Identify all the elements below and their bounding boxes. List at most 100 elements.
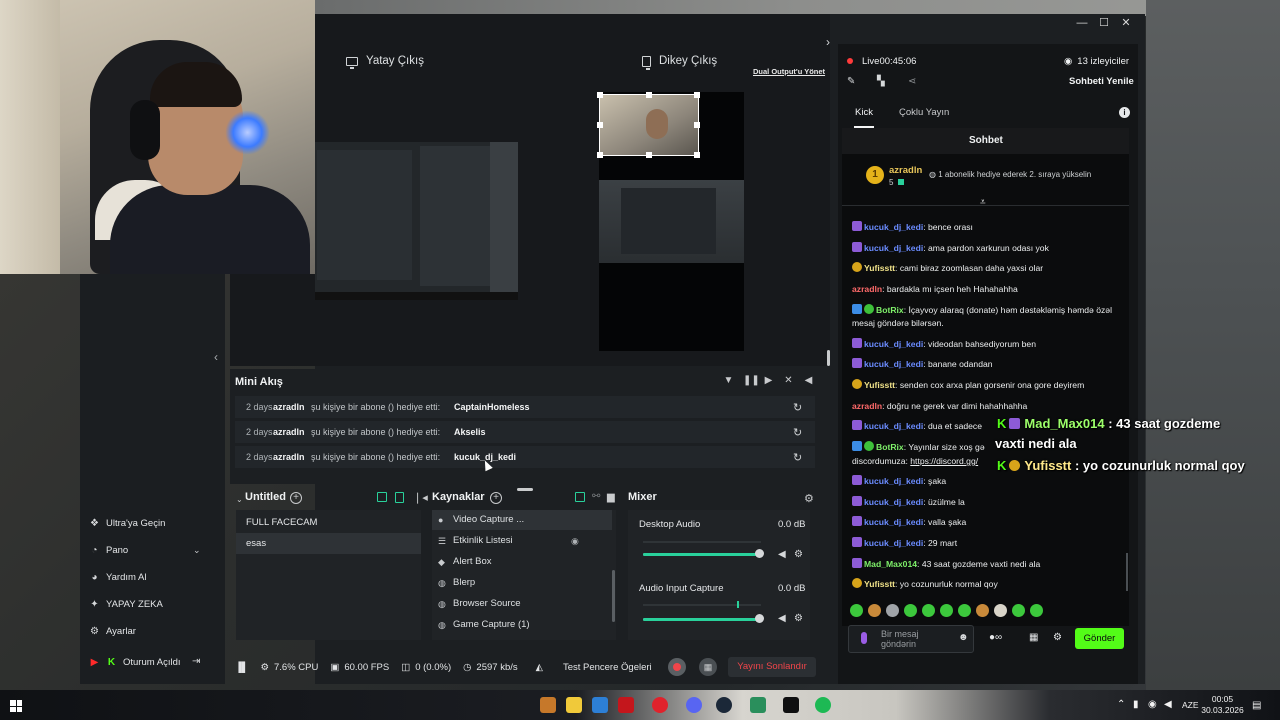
emote-icon[interactable] (958, 604, 971, 617)
filter-icon[interactable]: ▼ (723, 375, 734, 386)
chat-username[interactable]: kucuk_dj_kedi (864, 243, 923, 253)
nav-settings[interactable]: ⚙ Ayarlar (89, 626, 136, 637)
notifications-icon[interactable]: ▤ (1252, 700, 1261, 711)
resize-handle[interactable] (694, 122, 700, 128)
replay-icon[interactable]: ↻ (793, 401, 815, 414)
source-link-icon[interactable]: ⚯ (592, 491, 600, 502)
volume-tray-icon[interactable]: ◀ (1164, 699, 1172, 710)
chat-link[interactable]: https://discord.gg/ (910, 456, 978, 466)
channel-settings-icon[interactable]: ⚙ (794, 613, 803, 624)
resize-handle[interactable] (597, 92, 603, 98)
end-stream-button[interactable]: Yayını Sonlandır (728, 657, 816, 677)
tab-kick[interactable]: Kick (855, 107, 873, 118)
stats-icon[interactable]: ▐▌ (235, 662, 248, 673)
chat-settings-icon[interactable]: ⚙ (1053, 632, 1062, 643)
chevron-right-icon[interactable]: › (826, 35, 830, 49)
spotify-icon[interactable] (815, 697, 831, 713)
chat-scrollbar[interactable] (1126, 553, 1128, 591)
source-item[interactable]: ◍ Browser Source (432, 594, 612, 614)
replay-icon[interactable]: ↻ (793, 426, 815, 439)
folder-icon[interactable] (566, 697, 582, 713)
resize-handle[interactable] (646, 92, 652, 98)
nav-ai[interactable]: ✦ YAPAY ZEKA (89, 599, 163, 610)
chat-username[interactable]: azradln (852, 401, 882, 411)
chat-username[interactable]: Yufisstt (864, 380, 895, 390)
schedule-icon[interactable]: ▦ (699, 658, 717, 676)
chevron-down-icon[interactable]: ⌄ (193, 545, 201, 556)
mic-icon[interactable] (861, 632, 867, 644)
mute-alerts-icon[interactable]: ✕ (783, 375, 794, 386)
collapse-icon[interactable]: ⌄ (236, 495, 243, 504)
source-item[interactable]: ◍ Game Capture (1) (432, 615, 612, 635)
windows-start-icon[interactable] (10, 700, 22, 712)
taskbar-app-icon[interactable] (540, 697, 556, 713)
chat-username[interactable]: kucuk_dj_kedi (864, 339, 923, 349)
scene-item[interactable]: FULL FACECAM (236, 512, 421, 533)
chat-username[interactable]: kucuk_dj_kedi (864, 222, 923, 232)
opera-icon[interactable] (652, 697, 668, 713)
panel-splitter[interactable] (517, 488, 533, 491)
chat-username[interactable]: kucuk_dj_kedi (864, 359, 923, 369)
source-item[interactable]: ◆ Alert Box (432, 552, 612, 572)
edit-icon[interactable]: ✎ (847, 76, 855, 87)
store-icon[interactable]: ▦ (1029, 632, 1038, 643)
chat-username[interactable]: kucuk_dj_kedi (864, 538, 923, 548)
volume-slider[interactable] (643, 549, 764, 558)
folder-icon[interactable]: ▆ (607, 492, 615, 503)
volume-slider[interactable] (643, 614, 764, 623)
clips-icon[interactable]: ▚ (877, 76, 885, 87)
tab-horizontal-output[interactable]: Yatay Çıkış (346, 55, 424, 69)
record-button[interactable] (668, 658, 686, 676)
chat-username[interactable]: Yufisstt (864, 263, 895, 273)
nav-help[interactable]: ◕ Yardım Al (89, 572, 146, 583)
vertical-display-icon[interactable] (395, 492, 404, 503)
tray-chevron-icon[interactable]: ⌃ (1117, 699, 1125, 710)
info-icon[interactable]: i (1119, 107, 1130, 118)
tab-multistream[interactable]: Çoklu Yayın (899, 107, 949, 118)
users-icon[interactable]: ●∞ (989, 632, 1002, 643)
horizontal-display-icon[interactable] (377, 492, 387, 502)
emote-icon[interactable] (886, 604, 899, 617)
maximize-icon[interactable]: ☐ (1093, 14, 1115, 32)
chevron-left-icon[interactable]: ‹ (214, 350, 218, 364)
emote-icon[interactable] (940, 604, 953, 617)
chat-message-input[interactable]: Bir mesaj göndərin ☻ (848, 625, 974, 653)
steam-icon[interactable] (716, 697, 732, 713)
taskbar-app-icon[interactable] (783, 697, 799, 713)
scene-transitions-icon[interactable]: ❘◂ (413, 491, 428, 504)
vertical-webcam-source[interactable] (599, 94, 699, 156)
add-scene-icon[interactable]: + (290, 492, 302, 504)
nav-dashboard[interactable]: ◔ Pano ⌄ (89, 545, 200, 556)
taskbar-clock[interactable]: 00:05 30.03.2026 (1195, 694, 1250, 716)
netflix-icon[interactable] (618, 697, 634, 713)
mic-tray-icon[interactable]: ▮ (1133, 699, 1139, 710)
emote-icon[interactable] (994, 604, 1007, 617)
chat-username[interactable]: Mad_Max014 (864, 559, 917, 569)
pause-icon[interactable]: ❚❚ (743, 375, 760, 386)
emoji-icon[interactable]: ☻ (958, 632, 969, 643)
source-item[interactable]: ☰ Etkinlik Listesi ◉ (432, 531, 612, 551)
add-source-icon[interactable]: + (490, 492, 502, 504)
source-display-icon[interactable] (575, 492, 585, 502)
collapse-pinned-icon[interactable]: ⩡ (980, 197, 986, 208)
emote-icon[interactable] (850, 604, 863, 617)
minimize-icon[interactable]: — (1071, 14, 1093, 32)
resize-handle[interactable] (694, 92, 700, 98)
horizontal-preview-canvas[interactable] (315, 142, 518, 300)
resize-handle[interactable] (597, 122, 603, 128)
chat-username[interactable]: Yufisstt (864, 579, 895, 589)
tab-vertical-output[interactable]: Dikey Çıkış (642, 55, 717, 70)
logout-icon[interactable]: ⇥ (192, 656, 200, 667)
chat-username[interactable]: kucuk_dj_kedi (864, 421, 923, 431)
emote-icon[interactable] (904, 604, 917, 617)
emote-icon[interactable] (868, 604, 881, 617)
speaker-icon[interactable]: ◀ (778, 549, 786, 560)
nav-ultra[interactable]: ❖ Ultra'ya Geçin (89, 518, 165, 529)
chat-username[interactable]: kucuk_dj_kedi (864, 497, 923, 507)
taskbar-app-icon[interactable] (592, 697, 608, 713)
send-button[interactable]: Gönder (1075, 628, 1124, 649)
network-icon[interactable]: ◉ (1148, 699, 1157, 710)
emote-icon[interactable] (1030, 604, 1043, 617)
panel-splitter[interactable] (827, 350, 830, 366)
source-item-selected[interactable]: ● Video Capture ... (432, 510, 612, 530)
